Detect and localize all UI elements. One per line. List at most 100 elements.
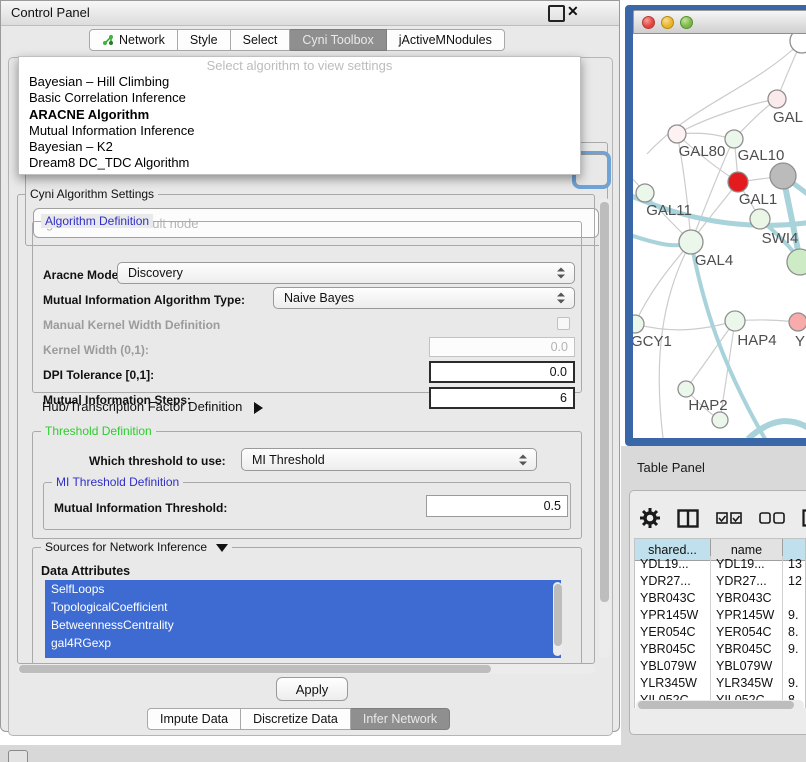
mi-threshold-value: 0.5 [544, 499, 561, 513]
tab-style[interactable]: Style [178, 29, 231, 51]
network-node-gal4[interactable] [679, 230, 703, 254]
attribute-item[interactable]: BetweennessCentrality [45, 616, 561, 634]
traffic-light-zoom-icon[interactable] [680, 16, 693, 29]
settings-vertical-scrollbar[interactable] [599, 198, 610, 658]
mi-type-combo[interactable]: Naive Bayes [273, 287, 575, 309]
hub-tf-expander-label: Hub/Transcription Factor Definition [42, 399, 242, 414]
attribute-item[interactable]: SelfLoops [45, 580, 561, 598]
split-columns-icon[interactable] [677, 509, 699, 528]
tab-cyni-toolbox[interactable]: Cyni Toolbox [290, 29, 386, 51]
sources-legend: Sources for Network Inference [41, 540, 232, 554]
network-node[interactable] [770, 163, 796, 189]
which-threshold-combo[interactable]: MI Threshold [241, 448, 537, 471]
traffic-light-minimize-icon[interactable] [661, 16, 674, 29]
node-label: GAL80 [679, 143, 726, 160]
table-cell: 8. [783, 624, 806, 641]
node-label: GAL1 [739, 191, 777, 208]
table-row[interactable]: YBR045CYBR045C9. [635, 641, 805, 658]
node-table: shared...nameA YDL19...YDL19...13YDR27..… [634, 538, 806, 708]
table-cell: 12 [783, 573, 806, 590]
dpi-tolerance-field[interactable]: 0.0 [429, 361, 575, 383]
bottom-tabbar: Impute DataDiscretize DataInfer Network [147, 708, 450, 730]
apply-button[interactable]: Apply [276, 677, 348, 701]
bottom-tab-infer-network[interactable]: Infer Network [351, 708, 450, 730]
network-node-swi4[interactable] [750, 209, 770, 229]
sources-group: Sources for Network Inference Data Attri… [32, 547, 582, 664]
mi-threshold-field[interactable]: 0.5 [426, 495, 568, 517]
network-node[interactable] [712, 412, 728, 428]
network-node[interactable] [787, 249, 806, 275]
table-row[interactable]: YER054CYER054C8. [635, 624, 805, 641]
bottom-tab-impute-data[interactable]: Impute Data [147, 708, 241, 730]
table-row[interactable]: YDR27...YDR27...12 [635, 573, 805, 590]
document-icon[interactable] [802, 509, 806, 527]
checked-pair-icon[interactable] [716, 512, 742, 525]
network-canvas[interactable]: GALGAL80GAL10GAL1GAL11SWI4GAL4GCY1HAP4YH… [633, 34, 806, 438]
dropdown-item[interactable]: ARACNE Algorithm [19, 107, 580, 123]
dropdown-item[interactable]: Mutual Information Inference [19, 123, 580, 139]
combo-spinner-icon [557, 293, 565, 304]
network-edge[interactable] [635, 242, 691, 324]
table-row[interactable]: YBR043CYBR043C [635, 590, 805, 607]
network-graph-icon [102, 34, 114, 46]
network-node-gal11[interactable] [636, 184, 654, 202]
hub-tf-expander[interactable]: Hub/Transcription Factor Definition [42, 399, 263, 414]
network-node-gal10[interactable] [725, 130, 743, 148]
traffic-light-close-icon[interactable] [642, 16, 655, 29]
control-panel-titlebar[interactable]: Control Panel ✕ [1, 1, 619, 26]
table-horizontal-scrollbar[interactable] [636, 700, 804, 711]
network-node-gcy1[interactable] [633, 315, 644, 333]
dropdown-placeholder: Select algorithm to view settings [19, 57, 580, 74]
node-label: HAP4 [737, 332, 776, 349]
network-node-hap2[interactable] [678, 381, 694, 397]
network-node-gal[interactable] [768, 90, 786, 108]
aracne-mode-combo[interactable]: Discovery [117, 262, 575, 284]
dropdown-item[interactable]: Basic Correlation Inference [19, 90, 580, 106]
attribute-item[interactable]: TopologicalCoefficient [45, 598, 561, 616]
dropdown-item[interactable]: Bayesian – Hill Climbing [19, 74, 580, 90]
expander-down-icon[interactable] [216, 544, 228, 552]
data-attributes-list[interactable]: SelfLoopsTopologicalCoefficientBetweenne… [45, 580, 561, 658]
bottom-tab-discretize-data[interactable]: Discretize Data [241, 708, 351, 730]
aracne-mode-label: Aracne Mode: [43, 268, 122, 282]
gear-icon[interactable] [640, 508, 660, 528]
attributes-scrollbar[interactable] [553, 582, 562, 656]
tab-label: jActiveMNodules [399, 29, 492, 51]
tab-jactivemnodules[interactable]: jActiveMNodules [387, 29, 505, 51]
table-row[interactable]: YLR345WYLR345W9. [635, 675, 805, 692]
network-window-titlebar[interactable] [633, 10, 806, 34]
attribute-item[interactable]: gal4RGexp [45, 634, 561, 652]
network-node-y[interactable] [789, 313, 806, 331]
expander-right-icon [254, 402, 263, 414]
network-node-hap4[interactable] [725, 311, 745, 331]
network-edge[interactable] [635, 321, 735, 330]
network-edge[interactable] [686, 321, 735, 389]
kernel-width-label: Kernel Width (0,1): [43, 343, 149, 357]
cyni-settings-legend: Cyni Algorithm Settings [26, 187, 158, 201]
float-window-icon[interactable] [548, 5, 565, 22]
dropdown-item[interactable]: Dream8 DC_TDC Algorithm [19, 155, 580, 171]
unchecked-pair-icon[interactable] [759, 512, 785, 525]
dpi-tolerance-value: 0.0 [550, 365, 567, 379]
manual-kernel-checkbox[interactable] [557, 317, 570, 330]
mi-threshold-label: Mutual Information Threshold: [54, 501, 227, 515]
table-row[interactable]: YPR145WYPR145W9. [635, 607, 805, 624]
node-label: GAL10 [738, 147, 785, 164]
close-icon[interactable]: ✕ [567, 3, 579, 20]
network-node-gal80[interactable] [668, 125, 686, 143]
which-threshold-value: MI Threshold [252, 453, 325, 467]
tab-select[interactable]: Select [231, 29, 291, 51]
table-row[interactable]: YBL079WYBL079W [635, 658, 805, 675]
minimized-panel-icon[interactable] [8, 750, 28, 762]
tab-label: Style [190, 29, 218, 51]
settings-horizontal-scrollbar[interactable] [17, 664, 595, 674]
dropdown-item[interactable]: Bayesian – K2 [19, 139, 580, 155]
mi-type-label: Mutual Information Algorithm Type: [43, 293, 245, 307]
network-node-gal1[interactable] [728, 172, 748, 192]
table-cell: YPR145W [711, 607, 783, 624]
kernel-width-field[interactable]: 0.0 [429, 337, 575, 357]
mi-steps-field[interactable]: 6 [429, 387, 575, 409]
table-row[interactable]: YDL19...YDL19...13 [635, 556, 805, 573]
tab-label: Network [119, 29, 165, 51]
tab-network[interactable]: Network [89, 29, 178, 51]
